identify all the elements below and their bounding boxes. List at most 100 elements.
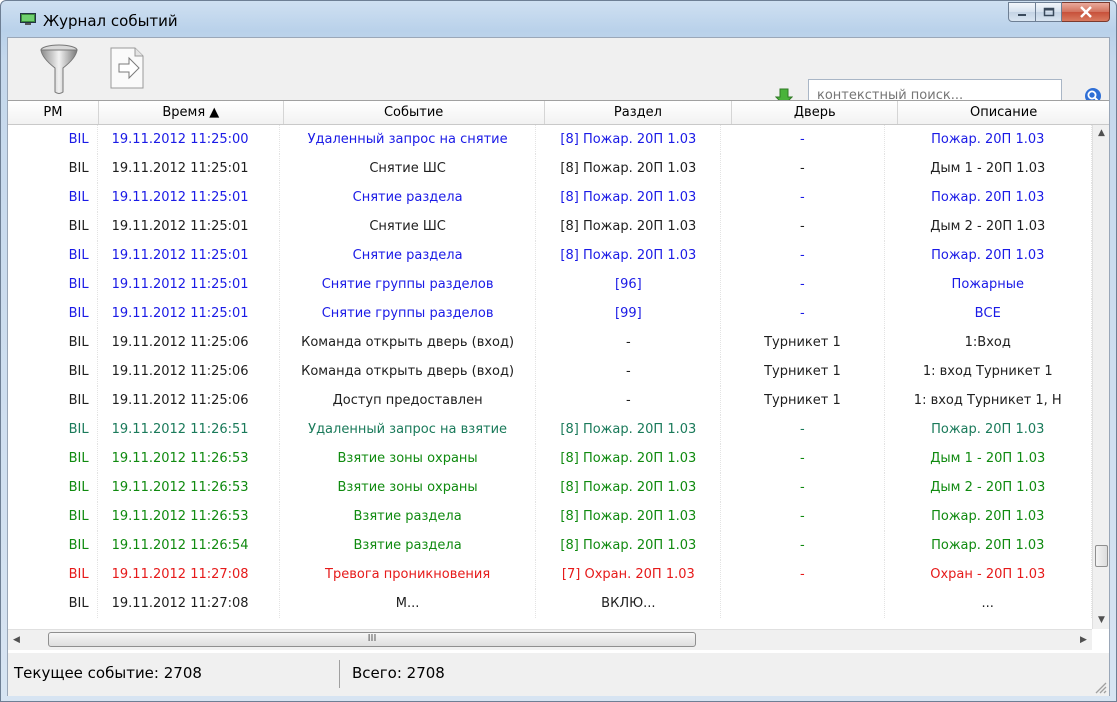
- cell-section: [7] Охран. 20П 1.03: [536, 560, 722, 589]
- cell-description: Дым 1 - 20П 1.03: [885, 444, 1092, 473]
- table-row[interactable]: BIL 19.11.2012 11:25:06 Команда открыть дв…: [8, 357, 1092, 386]
- column-header-event[interactable]: Событие: [284, 101, 545, 124]
- cell-section: [96]: [536, 270, 722, 299]
- scroll-up-icon[interactable]: ▲: [1093, 125, 1109, 142]
- table-row[interactable]: BIL 19.11.2012 11:25:01 Снятие группы разд…: [8, 270, 1092, 299]
- cell-description: Пожарные: [885, 270, 1092, 299]
- cell-event: Тревога проникновения: [280, 560, 537, 589]
- cell-rm: BIL: [8, 125, 98, 154]
- cell-event: Команда открыть дверь (вход): [280, 357, 537, 386]
- cell-door: Турникет 1: [721, 328, 885, 357]
- export-button[interactable]: [105, 42, 161, 92]
- resize-grip-icon[interactable]: [1091, 678, 1107, 694]
- cell-event: Доступ предоставлен: [280, 386, 537, 415]
- cell-event: Снятие ШС: [280, 212, 537, 241]
- scroll-left-icon[interactable]: ◀: [8, 630, 25, 650]
- cell-rm: BIL: [8, 444, 98, 473]
- cell-time: 19.11.2012 11:25:01: [98, 183, 280, 212]
- table-row[interactable]: BIL 19.11.2012 11:25:01 Снятие группы разд…: [8, 299, 1092, 328]
- cell-event: Снятие группы разделов: [280, 270, 537, 299]
- cell-section: [99]: [536, 299, 722, 328]
- cell-door: -: [721, 560, 885, 589]
- cell-door: -: [721, 270, 885, 299]
- cell-door: -: [721, 473, 885, 502]
- table-row[interactable]: BIL 19.11.2012 11:26:53 Взятие зоны охраны…: [8, 473, 1092, 502]
- events-table: РМ Время ▲ Событие Раздел Дверь Описание…: [8, 100, 1109, 653]
- cell-time: 19.11.2012 11:26:53: [98, 473, 280, 502]
- cell-rm: BIL: [8, 212, 98, 241]
- cell-rm: BIL: [8, 473, 98, 502]
- table-row[interactable]: BIL 19.11.2012 11:25:01 Снятие ШС [8] Пожар…: [8, 212, 1092, 241]
- cell-time: 19.11.2012 11:25:01: [98, 299, 280, 328]
- minimize-button[interactable]: [1008, 2, 1036, 22]
- cell-door: -: [721, 212, 885, 241]
- minimize-icon: [1018, 14, 1026, 16]
- table-row[interactable]: BIL 19.11.2012 11:26:53 Взятие раздела [8] …: [8, 502, 1092, 531]
- cell-time: 19.11.2012 11:26:53: [98, 502, 280, 531]
- cell-door: Турникет 1: [721, 386, 885, 415]
- column-header-description[interactable]: Описание: [898, 101, 1109, 124]
- table-row[interactable]: BIL 19.11.2012 11:25:06 Команда открыть дв…: [8, 328, 1092, 357]
- cell-time: 19.11.2012 11:25:01: [98, 270, 280, 299]
- status-bar: Текущее событие: 2708 Всего: 2708: [8, 654, 1109, 696]
- cell-door: -: [721, 154, 885, 183]
- table-row[interactable]: BIL 19.11.2012 11:27:08 Тревога проникнове…: [8, 560, 1092, 589]
- table-row[interactable]: BIL 19.11.2012 11:25:00 Удаленный запрос н…: [8, 125, 1092, 154]
- cell-event: Снятие раздела: [280, 183, 537, 212]
- cell-event: Взятие зоны охраны: [280, 473, 537, 502]
- cell-time: 19.11.2012 11:25:00: [98, 125, 280, 154]
- cell-description: ВСЕ: [885, 299, 1092, 328]
- table-row[interactable]: BIL 19.11.2012 11:26:54 Взятие раздела [8] …: [8, 531, 1092, 560]
- cell-description: Дым 2 - 20П 1.03: [885, 473, 1092, 502]
- table-row[interactable]: BIL 19.11.2012 11:25:06 Доступ предоставле…: [8, 386, 1092, 415]
- cell-section: -: [536, 386, 722, 415]
- current-event-status: Текущее событие: 2708: [10, 660, 340, 688]
- cell-rm: BIL: [8, 241, 98, 270]
- cell-rm: BIL: [8, 183, 98, 212]
- cell-description: 1: вход Турникет 1, Н: [885, 386, 1092, 415]
- cell-door: -: [721, 125, 885, 154]
- cell-event: Удаленный запрос на взятие: [280, 415, 537, 444]
- cell-time: 19.11.2012 11:25:01: [98, 212, 280, 241]
- vertical-scroll-thumb[interactable]: [1095, 545, 1108, 567]
- vertical-scrollbar[interactable]: ▲ ▼: [1092, 125, 1109, 629]
- cell-rm: BIL: [8, 502, 98, 531]
- cell-event: Взятие раздела: [280, 502, 537, 531]
- table-row[interactable]: BIL 19.11.2012 11:25:01 Снятие раздела [8] …: [8, 183, 1092, 212]
- cell-section: [8] Пожар. 20П 1.03: [536, 183, 722, 212]
- cell-event: Взятие зоны охраны: [280, 444, 537, 473]
- cell-rm: BIL: [8, 154, 98, 183]
- cell-description: Дым 1 - 20П 1.03: [885, 154, 1092, 183]
- table-row[interactable]: BIL 19.11.2012 11:26:51 Удаленный запрос н…: [8, 415, 1092, 444]
- table-row[interactable]: BIL 19.11.2012 11:25:01 Снятие раздела [8] …: [8, 241, 1092, 270]
- table-row[interactable]: BIL 19.11.2012 11:25:01 Снятие ШС [8] Пожар…: [8, 154, 1092, 183]
- cell-event: Снятие раздела: [280, 241, 537, 270]
- cell-description: Охран - 20П 1.03: [885, 560, 1092, 589]
- title-bar[interactable]: Журнал событий: [1, 1, 1116, 37]
- horizontal-scrollbar[interactable]: ◀ III ▶: [8, 629, 1092, 650]
- horizontal-scroll-thumb[interactable]: III: [48, 632, 696, 647]
- cell-door: -: [721, 415, 885, 444]
- cell-rm: BIL: [8, 299, 98, 328]
- scroll-right-icon[interactable]: ▶: [1075, 630, 1092, 650]
- client-area: РМ Время ▲ Событие Раздел Дверь Описание…: [7, 37, 1110, 696]
- cell-description: Пожар. 20П 1.03: [885, 241, 1092, 270]
- cell-event: Команда открыть дверь (вход): [280, 328, 537, 357]
- cell-rm: BIL: [8, 589, 98, 618]
- close-button[interactable]: [1062, 2, 1110, 22]
- column-header-door[interactable]: Дверь: [732, 101, 899, 124]
- column-header-time[interactable]: Время ▲: [99, 101, 284, 124]
- table-row[interactable]: BIL 19.11.2012 11:27:08 М... ВКЛЮ......: [8, 589, 1092, 618]
- cell-section: [8] Пожар. 20П 1.03: [536, 241, 722, 270]
- funnel-icon: [40, 44, 78, 94]
- cell-time: 19.11.2012 11:27:08: [98, 589, 280, 618]
- column-header-section[interactable]: Раздел: [545, 101, 733, 124]
- table-row[interactable]: BIL 19.11.2012 11:26:53 Взятие зоны охраны…: [8, 444, 1092, 473]
- filter-button[interactable]: [38, 42, 94, 94]
- cell-door: -: [721, 183, 885, 212]
- cell-time: 19.11.2012 11:27:08: [98, 560, 280, 589]
- scroll-down-icon[interactable]: ▼: [1093, 612, 1109, 629]
- column-header-rm[interactable]: РМ: [8, 101, 99, 124]
- maximize-button[interactable]: [1036, 2, 1062, 22]
- cell-rm: BIL: [8, 270, 98, 299]
